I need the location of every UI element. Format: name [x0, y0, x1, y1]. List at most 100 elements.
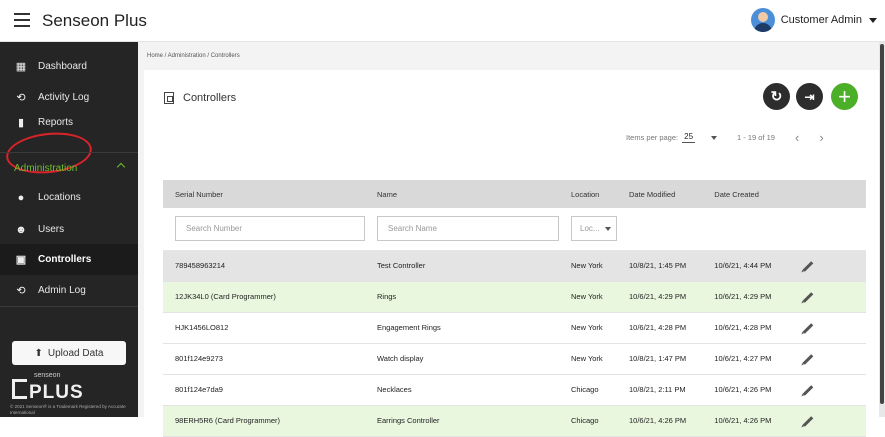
upload-data-button[interactable]: ⬆ Upload Data [12, 341, 126, 365]
cell-date-modified: 10/6/21, 4:29 PM [617, 281, 703, 313]
edit-icon[interactable] [802, 354, 814, 365]
cell-serial: 801f124e7da9 [163, 374, 365, 406]
cell-serial: 789458963214 [163, 250, 365, 282]
sidebar-item-label: Users [38, 224, 65, 235]
cell-name: Test Controller [365, 250, 559, 282]
chevron-down-icon[interactable] [869, 17, 877, 23]
sidebar-item-label: Reports [38, 116, 74, 128]
column-header-actions [790, 180, 866, 208]
column-header-serial[interactable]: Serial Number [163, 180, 365, 208]
grid-icon: ▦ [15, 61, 27, 73]
controllers-table: Serial Number Name Location Date Modifie… [163, 180, 866, 437]
sidebar-section-administration[interactable]: Administration [0, 152, 138, 183]
search-number-input[interactable]: Search Number [175, 216, 365, 242]
edit-icon[interactable] [802, 323, 814, 334]
table-row[interactable]: 98ERH5R6 (Card Programmer) Earrings Cont… [163, 405, 866, 437]
cell-date-created: 10/6/21, 4:26 PM [702, 405, 791, 437]
document-icon [164, 92, 174, 104]
sidebar: ▦ Dashboard ⟲ Activity Log ▮ Reports Adm… [0, 42, 138, 417]
upload-label: Upload Data [47, 347, 104, 359]
cell-date-modified: 10/8/21, 1:45 PM [617, 250, 703, 282]
sidebar-item-controllers[interactable]: ▣ Controllers [0, 244, 138, 275]
document-icon: ▣ [15, 254, 27, 266]
sidebar-item-activity-log[interactable]: ⟲ Activity Log [0, 82, 138, 113]
cell-serial: 98ERH5R6 (Card Programmer) [163, 405, 365, 437]
table-row[interactable]: 801f124e7da9 Necklaces Chicago 10/8/21, … [163, 374, 866, 406]
page-title-group: Controllers [164, 92, 236, 104]
sidebar-item-admin-log[interactable]: ⟲ Admin Log [0, 275, 138, 306]
brand-small: senseon [34, 372, 61, 379]
table-header-row: Serial Number Name Location Date Modifie… [163, 180, 866, 208]
edit-icon[interactable] [802, 385, 814, 396]
sidebar-item-users[interactable]: ☻ Users [0, 214, 138, 245]
column-header-date-modified[interactable]: Date Modified [617, 180, 703, 208]
sidebar-item-dashboard[interactable]: ▦ Dashboard [0, 51, 138, 82]
sidebar-section-label: Administration [14, 162, 78, 174]
edit-icon[interactable] [802, 416, 814, 427]
cell-date-created: 10/6/21, 4:28 PM [702, 312, 791, 344]
cell-location: Chicago [559, 405, 617, 437]
app-title: Senseon Plus [42, 11, 147, 30]
controllers-card: Controllers ↻ ⇥ + Items per page: 25 1 -… [144, 70, 879, 437]
breadcrumb: Home / Administration / Controllers [147, 53, 240, 59]
edit-icon[interactable] [802, 261, 814, 272]
cell-date-modified: 10/6/21, 4:26 PM [617, 405, 703, 437]
sidebar-item-label: Activity Log [38, 92, 90, 103]
location-filter-placeholder: Loc... [580, 224, 600, 234]
table-row[interactable]: 12JK34L0 (Card Programmer) Rings New Yor… [163, 281, 866, 313]
user-menu[interactable]: Customer Admin [750, 8, 877, 32]
page-scrollbar[interactable] [879, 42, 885, 417]
edit-icon[interactable] [802, 292, 814, 303]
next-page-icon[interactable]: › [819, 130, 823, 145]
avatar[interactable] [750, 8, 775, 32]
menu-icon[interactable] [14, 13, 30, 27]
location-pin-icon: ● [17, 191, 25, 204]
refresh-button[interactable]: ↻ [763, 83, 790, 110]
chevron-down-icon[interactable] [711, 135, 718, 140]
page-range: 1 - 19 of 19 [737, 133, 775, 142]
items-per-page-select[interactable]: 25 [682, 132, 696, 143]
chevron-up-icon [116, 162, 126, 172]
cell-location: Chicago [559, 374, 617, 406]
cell-serial: 12JK34L0 (Card Programmer) [163, 281, 365, 313]
export-button[interactable]: ⇥ [796, 83, 823, 110]
page-title: Controllers [183, 92, 237, 104]
top-bar: Senseon Plus Customer Admin [0, 0, 885, 42]
paginator: Items per page: 25 1 - 19 of 19 ‹ › [626, 130, 824, 145]
cell-name: Rings [365, 281, 559, 313]
table-row[interactable]: 789458963214 Test Controller New York 10… [163, 250, 866, 282]
cell-location: New York [559, 281, 617, 313]
table-row[interactable]: HJK1456LO812 Engagement Rings New York 1… [163, 312, 866, 344]
location-filter-select[interactable]: Loc... [571, 216, 617, 242]
items-per-page-label: Items per page: [626, 133, 679, 142]
scrollbar-thumb[interactable] [880, 44, 884, 404]
sidebar-item-locations[interactable]: ● Locations [0, 182, 138, 213]
cell-date-created: 10/6/21, 4:44 PM [702, 250, 791, 282]
cell-name: Engagement Rings [365, 312, 559, 344]
filter-row: Search Number Search Name Loc... [163, 208, 866, 251]
bar-chart-icon: ▮ [17, 116, 25, 129]
upload-icon: ⬆ [34, 347, 43, 359]
column-header-name[interactable]: Name [365, 180, 559, 208]
sidebar-item-label: Controllers [38, 254, 92, 265]
cell-serial: HJK1456LO812 [163, 312, 365, 344]
search-name-input[interactable]: Search Name [377, 216, 559, 242]
users-icon: ☻ [15, 223, 27, 236]
export-icon: ⇥ [804, 89, 815, 104]
column-header-location[interactable]: Location [559, 180, 617, 208]
cell-date-created: 10/6/21, 4:29 PM [702, 281, 791, 313]
plus-icon: + [838, 83, 851, 109]
table-row[interactable]: 801f124e9273 Watch display New York 10/8… [163, 343, 866, 375]
sidebar-item-label: Dashboard [38, 61, 87, 72]
sidebar-item-reports[interactable]: ▮ Reports [0, 112, 138, 132]
brand-big: PLUS [12, 379, 130, 402]
previous-page-icon[interactable]: ‹ [795, 130, 799, 145]
cell-date-modified: 10/8/21, 2:11 PM [617, 374, 703, 406]
brand-trademark: © 2021 Senseon® is a Trademark Registere… [10, 404, 126, 415]
column-header-date-created[interactable]: Date Created [702, 180, 791, 208]
add-controller-button[interactable]: + [831, 83, 858, 110]
cell-date-created: 10/6/21, 4:26 PM [702, 374, 791, 406]
sidebar-item-label: Admin Log [38, 285, 86, 296]
history-icon: ⟲ [16, 285, 26, 297]
cell-name: Earrings Controller [365, 405, 559, 437]
